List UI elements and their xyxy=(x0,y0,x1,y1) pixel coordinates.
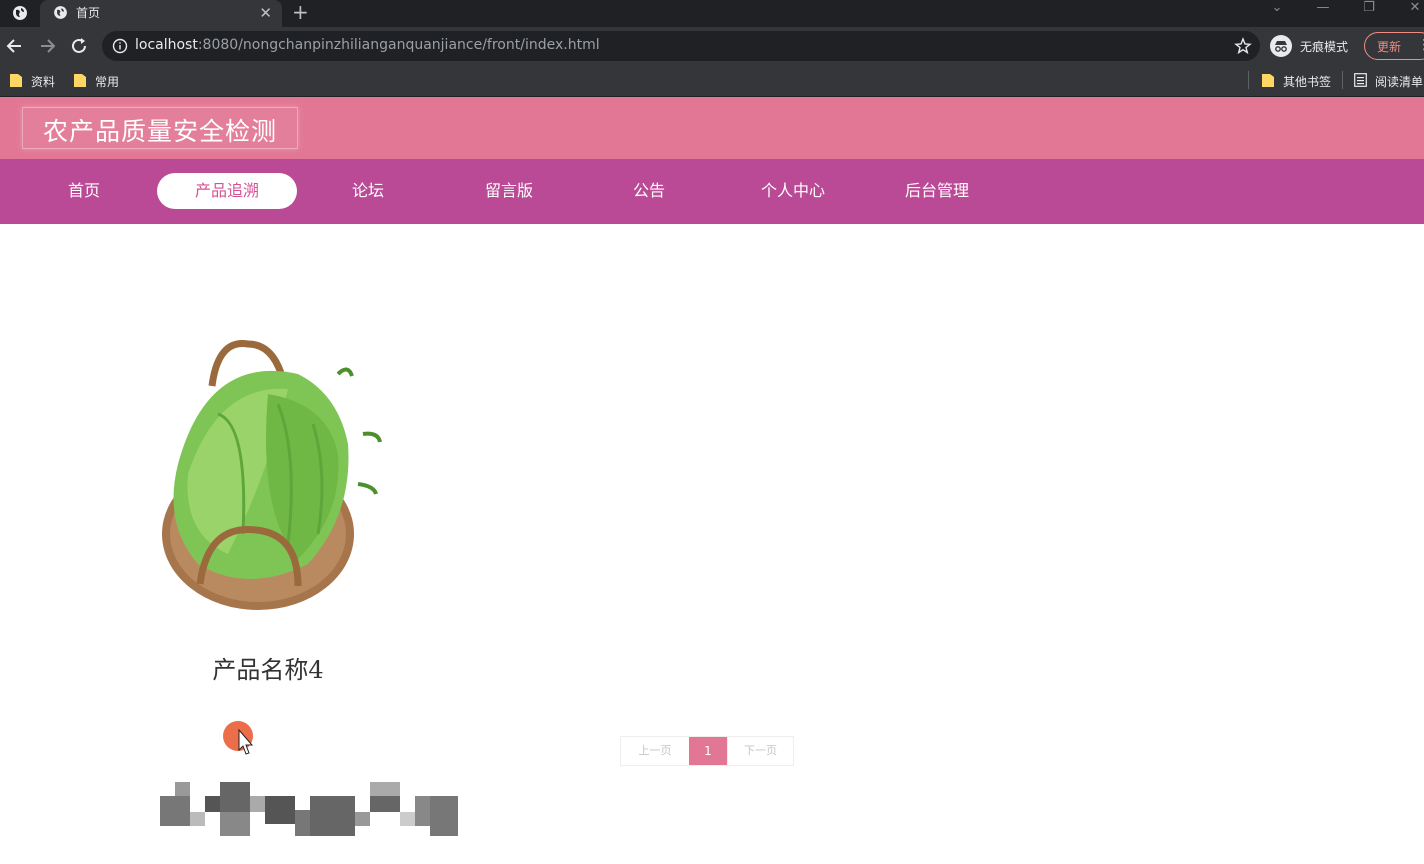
nav-item-announcements[interactable]: 公告 xyxy=(579,173,719,209)
pixelated-block xyxy=(160,782,458,836)
window-close-icon[interactable]: ✕ xyxy=(1392,0,1424,18)
browser-tab-bar: 首页 ✕ + ⌄ — ❐ ✕ xyxy=(0,0,1424,27)
bookmarks-bar: 资料 常用 其他书签 阅读清单 xyxy=(0,65,1424,97)
nav-item-product-trace[interactable]: 产品追溯 xyxy=(157,173,297,209)
product-name: 产品名称4 xyxy=(212,656,324,684)
product-image[interactable] xyxy=(148,334,388,624)
address-bar[interactable]: localhost:8080/nongchanpinzhilianganquan… xyxy=(102,31,1260,61)
update-label: 更新 xyxy=(1377,40,1402,54)
bookmark-label: 资料 xyxy=(31,75,56,89)
browser-toolbar: localhost:8080/nongchanpinzhilianganquan… xyxy=(0,27,1424,65)
pagination: 上一页 1 下一页 xyxy=(620,736,794,766)
mouse-cursor xyxy=(223,721,254,755)
main-nav: 首页 产品追溯 论坛 留言版 公告 个人中心 后台管理 xyxy=(0,159,1424,224)
prev-page-button[interactable]: 上一页 xyxy=(621,737,689,765)
url-path: :8080/nongchanpinzhilianganquanjiance/fr… xyxy=(197,37,600,53)
url-text: localhost:8080/nongchanpinzhilianganquan… xyxy=(135,37,600,53)
forward-arrow-icon[interactable] xyxy=(36,35,58,57)
incognito-label: 无痕模式 xyxy=(1300,40,1349,54)
product-card[interactable]: 产品名称4 xyxy=(148,334,388,694)
bookmark-label: 阅读清单 xyxy=(1375,75,1424,89)
nav-item-guestbook[interactable]: 留言版 xyxy=(439,173,579,209)
nav-item-home[interactable]: 首页 xyxy=(14,173,154,209)
site-header: 农产品质量安全检测 xyxy=(0,97,1424,159)
nav-item-personal-center[interactable]: 个人中心 xyxy=(723,173,863,209)
update-button[interactable]: 更新 ⋮ xyxy=(1364,32,1424,60)
info-icon[interactable] xyxy=(112,38,128,54)
divider xyxy=(1342,71,1343,89)
chevron-down-icon[interactable]: ⌄ xyxy=(1254,0,1300,18)
nav-item-admin[interactable]: 后台管理 xyxy=(867,173,1007,209)
main-content: 产品名称4 上一页 1 下一页 xyxy=(0,224,1424,864)
back-arrow-icon[interactable] xyxy=(4,35,26,57)
new-tab-icon[interactable]: + xyxy=(292,1,309,23)
site-title-box: 农产品质量安全检测 xyxy=(22,107,298,149)
globe-icon[interactable] xyxy=(10,3,30,23)
restore-icon[interactable]: ❐ xyxy=(1346,0,1392,18)
menu-dots-icon[interactable]: ⋮ xyxy=(1417,36,1424,54)
browser-tab[interactable]: 首页 ✕ xyxy=(40,0,282,27)
folder-icon xyxy=(10,74,22,87)
bookmark-label: 常用 xyxy=(95,75,120,89)
close-icon[interactable]: ✕ xyxy=(259,3,272,23)
folder-icon xyxy=(1262,74,1274,87)
tab-title: 首页 xyxy=(76,6,101,20)
reload-icon[interactable] xyxy=(68,35,90,57)
incognito-icon xyxy=(1270,35,1292,57)
star-icon[interactable] xyxy=(1234,37,1252,55)
minimize-icon[interactable]: — xyxy=(1300,0,1346,18)
site-title: 农产品质量安全检测 xyxy=(43,117,278,146)
bookmark-label: 其他书签 xyxy=(1283,75,1332,89)
divider xyxy=(1248,71,1249,89)
nav-item-forum[interactable]: 论坛 xyxy=(298,173,438,209)
globe-icon xyxy=(54,6,67,19)
page-number-button[interactable]: 1 xyxy=(689,737,727,765)
url-host: localhost xyxy=(135,37,198,53)
next-page-button[interactable]: 下一页 xyxy=(727,737,793,765)
folder-icon xyxy=(74,74,86,87)
reading-list-icon xyxy=(1354,73,1367,87)
